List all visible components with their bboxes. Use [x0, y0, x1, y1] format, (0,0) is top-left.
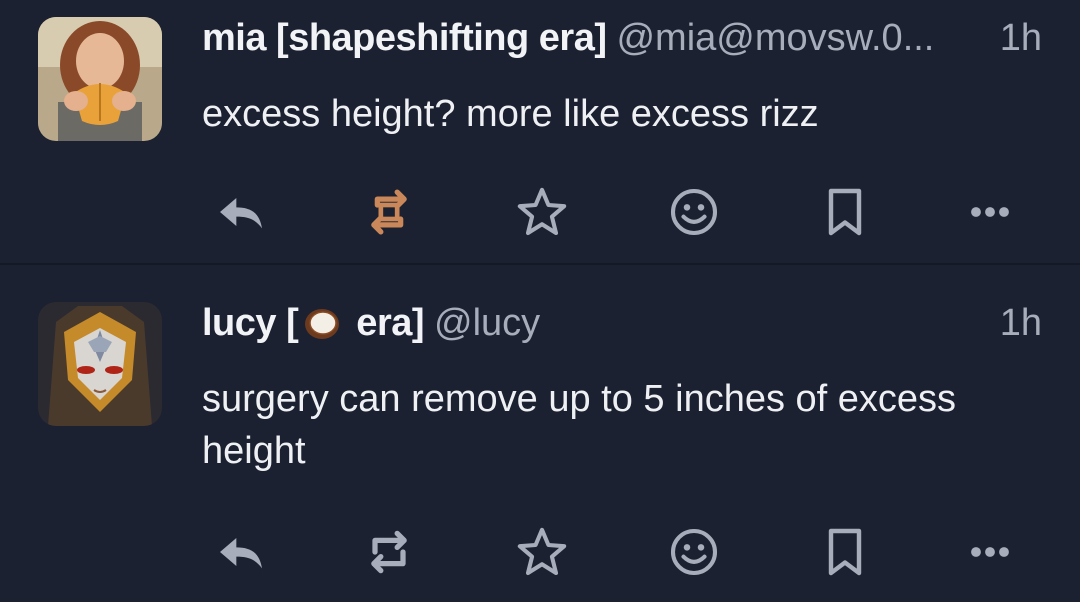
bookmark-icon: [828, 528, 862, 576]
more-icon: [971, 547, 1009, 557]
avatar[interactable]: [38, 17, 162, 141]
status-header: mia [shapeshifting era] @mia@movsw.0... 1…: [202, 15, 1042, 61]
emoji-react-icon: [670, 528, 718, 576]
status-actions: [0, 520, 1080, 584]
display-name-prefix: lucy [: [202, 302, 299, 344]
more-icon: [971, 207, 1009, 217]
display-name[interactable]: lucy [ era]: [202, 302, 425, 344]
account-handle[interactable]: @mia@movsw.0...: [616, 17, 934, 59]
more-options-button[interactable]: [958, 180, 1022, 244]
bookmark-button[interactable]: [813, 520, 877, 584]
display-name[interactable]: mia [shapeshifting era]: [202, 17, 607, 59]
avatar[interactable]: [38, 302, 162, 426]
relative-time[interactable]: 1h: [1000, 300, 1042, 346]
account-handle[interactable]: @lucy: [434, 302, 540, 344]
emoji-react-button[interactable]: [662, 520, 726, 584]
status-post[interactable]: lucy [ era] @lucy 1h surgery can remove u…: [0, 265, 1080, 602]
display-name-suffix: era]: [346, 302, 425, 344]
reply-button[interactable]: [209, 180, 273, 244]
boost-button[interactable]: [357, 520, 421, 584]
status-actions: [0, 180, 1080, 244]
star-icon: [517, 187, 567, 236]
boost-button[interactable]: [357, 180, 421, 244]
reply-icon: [220, 198, 262, 229]
star-icon: [517, 527, 567, 576]
boost-icon: [371, 189, 407, 235]
more-options-button[interactable]: [958, 520, 1022, 584]
reply-icon: [220, 538, 262, 569]
bookmark-button[interactable]: [813, 180, 877, 244]
bookmark-icon: [828, 188, 862, 236]
coconut-emoji-icon: [305, 309, 340, 339]
relative-time[interactable]: 1h: [1000, 15, 1042, 61]
status-content: excess height? more like excess rizz: [202, 93, 819, 135]
emoji-react-icon: [670, 188, 718, 236]
avatar-art-lucy: [38, 302, 162, 426]
favourite-button[interactable]: [510, 520, 574, 584]
status-content: surgery can remove up to 5 inches of exc…: [202, 378, 957, 472]
timeline-feed: mia [shapeshifting era] @mia@movsw.0... 1…: [0, 0, 1080, 602]
status-post[interactable]: mia [shapeshifting era] @mia@movsw.0... 1…: [0, 0, 1080, 265]
reply-button[interactable]: [209, 520, 273, 584]
avatar-photo-mia: [38, 17, 162, 141]
emoji-react-button[interactable]: [662, 180, 726, 244]
favourite-button[interactable]: [510, 180, 574, 244]
status-header: lucy [ era] @lucy 1h: [202, 300, 1042, 346]
boost-icon: [371, 530, 407, 574]
